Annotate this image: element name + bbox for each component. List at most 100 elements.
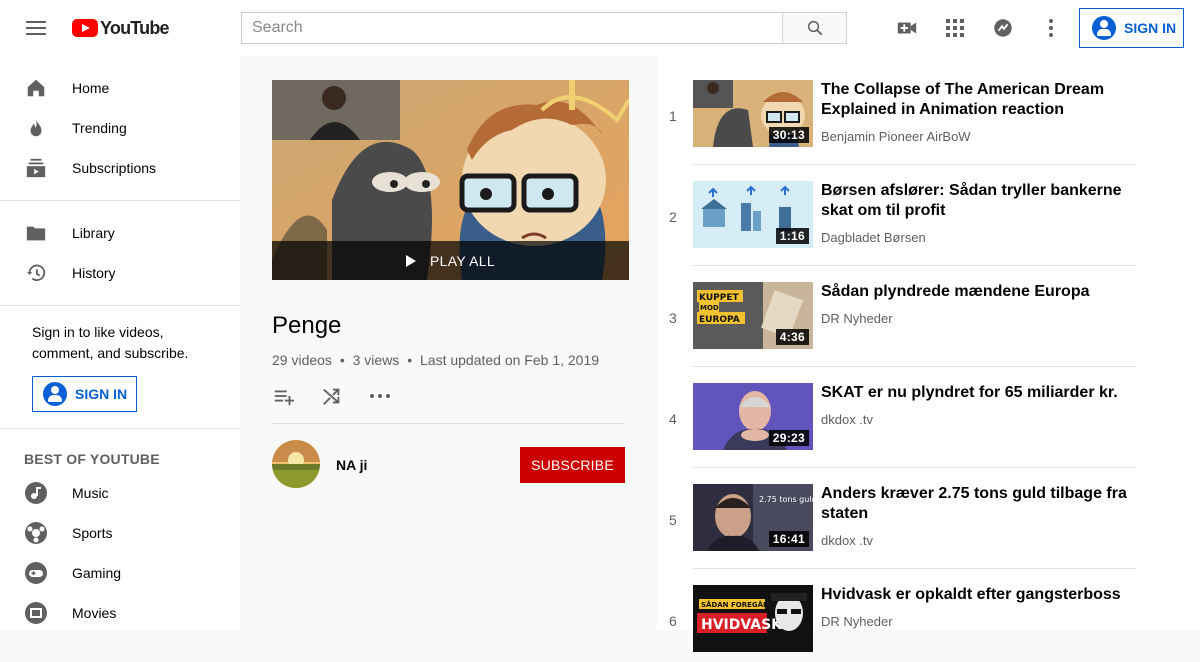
sign-in-promo: Sign in to like videos, comment, and sub… (0, 318, 240, 412)
video-thumbnail[interactable]: KUPPET MOD EUROPA 4:36 (693, 282, 813, 349)
video-title[interactable]: The Collapse of The American Dream Expla… (821, 80, 1131, 120)
video-thumbnail[interactable]: 2.75 tons guld 16:41 (693, 484, 813, 551)
owner-name[interactable]: NA ji (336, 457, 367, 473)
channel-name[interactable]: DR Nyheder (821, 311, 893, 326)
view-count: 3 views (352, 352, 400, 368)
list-item[interactable]: 5 2.75 tons guld 16:41 Anders kræver 2.7… (657, 460, 1136, 561)
channel-name[interactable]: dkdox .tv (821, 533, 873, 548)
playlist-title[interactable]: Penge (272, 312, 341, 340)
best-of-heading: BEST OF YOUTUBE (24, 451, 160, 467)
sidebar-item-library[interactable]: Library (0, 213, 240, 253)
flame-icon (24, 116, 48, 140)
video-index: 5 (669, 512, 677, 528)
video-index: 1 (669, 108, 677, 124)
sidebar-item-music[interactable]: Music (0, 473, 240, 513)
duration-badge: 1:16 (775, 228, 809, 244)
sign-in-button[interactable]: SIGN IN (1079, 8, 1184, 48)
video-index: 3 (669, 310, 677, 326)
video-title[interactable]: Hvidvask er opkaldt efter gangsterboss (821, 585, 1131, 605)
sidebar-item-trending[interactable]: Trending (0, 108, 240, 148)
svg-text:2.75 tons guld: 2.75 tons guld (759, 495, 813, 504)
create-video-icon[interactable] (895, 16, 919, 40)
video-thumbnail[interactable]: 29:23 (693, 383, 813, 450)
video-index: 6 (669, 613, 677, 629)
owner-avatar[interactable] (272, 440, 320, 488)
gaming-icon (24, 561, 48, 585)
playlist-divider (272, 423, 625, 424)
duration-badge: 30:13 (768, 127, 809, 143)
channel-name[interactable]: Benjamin Pioneer AirBoW (821, 129, 971, 144)
playlist-video-list: 1 30:13 The Collapse of The American Dre… (657, 56, 1200, 652)
last-updated: Last updated on Feb 1, 2019 (420, 352, 600, 368)
thumbnail-image: SÅDAN FOREGÅR HVIDVASK (693, 585, 813, 652)
sidebar-item-movies[interactable]: Movies (0, 593, 240, 633)
list-item[interactable]: 1 30:13 The Collapse of The American Dre… (657, 56, 1136, 157)
sign-in-label: SIGN IN (75, 385, 128, 402)
sidebar-item-home[interactable]: Home (0, 68, 240, 108)
messages-icon[interactable] (991, 16, 1015, 40)
sidebar-item-label: Library (72, 225, 115, 241)
sign-in-promo-text: Sign in to like videos, comment, and sub… (32, 324, 189, 361)
sidebar-item-label: Sports (72, 525, 113, 541)
sidebar-item-history[interactable]: History (0, 253, 240, 293)
list-item[interactable]: 6 SÅDAN FOREGÅR HVIDVASK Hvidvask er opka… (657, 561, 1136, 662)
sidebar-item-label: Home (72, 80, 110, 96)
search-input[interactable]: Search (241, 12, 783, 44)
playlist-actions (272, 384, 416, 408)
video-thumbnail[interactable]: SÅDAN FOREGÅR HVIDVASK (693, 585, 813, 652)
list-item[interactable]: 3 KUPPET MOD EUROPA 4:36 Sådan plyndrede m… (657, 258, 1136, 359)
sidebar-item-label: Trending (72, 120, 127, 136)
masthead: YouTube Search SIGN IN (0, 0, 1200, 56)
list-item[interactable]: 2 1:16 Børsen afslører: Sådan tryller ba… (657, 157, 1136, 258)
add-to-queue-icon[interactable] (272, 384, 296, 408)
svg-text:SÅDAN FOREGÅR: SÅDAN FOREGÅR (701, 600, 769, 609)
svg-text:HVIDVASK: HVIDVASK (701, 617, 783, 633)
playlist-stats: 29 videos • 3 views • Last updated on Fe… (272, 352, 603, 368)
sidebar-sign-in-button[interactable]: SIGN IN (32, 376, 137, 412)
video-title[interactable]: Anders kræver 2.75 tons guld tilbage fra… (821, 484, 1131, 524)
sidebar-item-gaming[interactable]: Gaming (0, 553, 240, 593)
video-title[interactable]: Børsen afslører: Sådan tryller bankerne … (821, 181, 1131, 221)
menu-icon[interactable] (24, 18, 48, 38)
svg-text:EUROPA: EUROPA (699, 315, 740, 325)
video-index: 2 (669, 209, 677, 225)
shuffle-icon[interactable] (320, 384, 344, 408)
channel-name[interactable]: Dagbladet Børsen (821, 230, 926, 245)
channel-name[interactable]: DR Nyheder (821, 614, 893, 629)
search-button[interactable] (782, 12, 847, 44)
subscribe-button[interactable]: SUBSCRIBE (520, 447, 625, 483)
video-thumbnail[interactable]: 1:16 (693, 181, 813, 248)
sidebar-item-label: Music (72, 485, 109, 501)
stats-dot: • (407, 352, 413, 368)
more-actions-icon[interactable] (368, 384, 392, 408)
sidebar-item-label: Movies (72, 605, 117, 621)
play-all-label: PLAY ALL (430, 252, 495, 269)
folder-icon (24, 221, 48, 245)
account-icon (1092, 16, 1116, 40)
video-index: 4 (669, 411, 677, 427)
apps-grid-icon[interactable] (943, 16, 967, 40)
play-all-button[interactable]: PLAY ALL (272, 241, 629, 280)
more-options-icon[interactable] (1039, 16, 1063, 40)
account-icon (43, 382, 67, 406)
play-icon (406, 254, 417, 267)
playlist-header: PLAY ALL Penge 29 videos • 3 views • Las… (240, 56, 657, 630)
list-item[interactable]: 4 29:23 SKAT er nu plyndret for 65 milia… (657, 359, 1136, 460)
video-thumbnail[interactable]: 30:13 (693, 80, 813, 147)
sidebar-item-label: History (72, 265, 116, 281)
music-icon (24, 481, 48, 505)
sidebar-divider (0, 305, 240, 306)
sidebar-divider (0, 428, 240, 429)
sidebar-item-sports[interactable]: Sports (0, 513, 240, 553)
playlist-thumbnail[interactable]: PLAY ALL (272, 80, 629, 280)
sign-in-label: SIGN IN (1124, 20, 1177, 36)
duration-badge: 16:41 (768, 531, 809, 547)
video-title[interactable]: SKAT er nu plyndret for 65 miliarder kr. (821, 383, 1131, 403)
youtube-logo[interactable]: YouTube (72, 17, 170, 39)
sidebar-item-subscriptions[interactable]: Subscriptions (0, 148, 240, 188)
channel-name[interactable]: dkdox .tv (821, 412, 873, 427)
search-icon (807, 20, 822, 36)
movies-icon (24, 601, 48, 625)
video-title[interactable]: Sådan plyndrede mændene Europa (821, 282, 1131, 302)
history-icon (24, 261, 48, 285)
